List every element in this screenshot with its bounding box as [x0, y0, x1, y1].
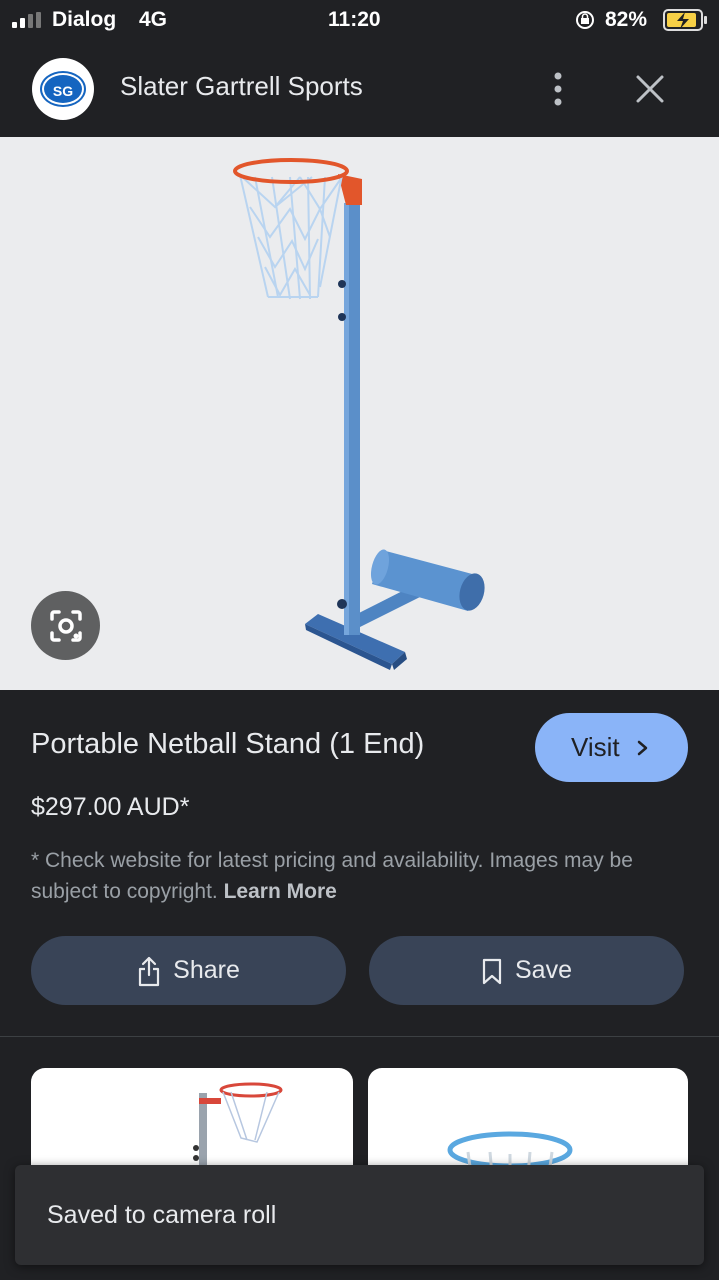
netball-stand-image — [233, 158, 485, 670]
signal-icon — [12, 12, 41, 28]
toast-message: Saved to camera roll — [47, 1201, 277, 1229]
learn-more-link[interactable]: Learn More — [224, 880, 337, 903]
chevron-right-icon — [637, 740, 648, 756]
site-name: Slater Gartrell Sports — [120, 71, 363, 101]
battery-percent: 82% — [605, 8, 648, 31]
battery-charging-icon — [663, 9, 707, 31]
share-button[interactable]: Share — [31, 936, 346, 1005]
share-label: Share — [173, 956, 240, 984]
save-button[interactable]: Save — [369, 936, 684, 1005]
save-label: Save — [515, 956, 572, 984]
toast-notification: Saved to camera roll — [15, 1165, 704, 1265]
product-image[interactable] — [0, 137, 719, 690]
lens-search-button[interactable] — [31, 591, 100, 660]
carrier-label: Dialog — [52, 8, 117, 31]
status-bar: Dialog 4G 11:20 82% — [0, 0, 719, 40]
section-divider — [0, 1036, 719, 1037]
more-vert-icon[interactable] — [550, 71, 566, 107]
site-logo[interactable]: SG — [32, 58, 94, 120]
network-label: 4G — [139, 8, 168, 31]
share-icon — [139, 956, 160, 986]
bookmark-icon — [482, 958, 502, 984]
camera-lens-icon — [50, 610, 82, 642]
product-title: Portable Netball Stand (1 End) — [31, 728, 425, 760]
pricing-disclaimer: * Check website for latest pricing and a… — [31, 845, 691, 907]
close-icon[interactable] — [635, 74, 665, 104]
visit-label: Visit — [571, 732, 620, 762]
rotation-lock-icon — [576, 11, 594, 29]
product-price: $297.00 AUD* — [31, 793, 190, 821]
clock: 11:20 — [328, 8, 381, 31]
logo-badge: SG — [42, 73, 84, 105]
visit-button[interactable]: Visit — [535, 713, 688, 782]
